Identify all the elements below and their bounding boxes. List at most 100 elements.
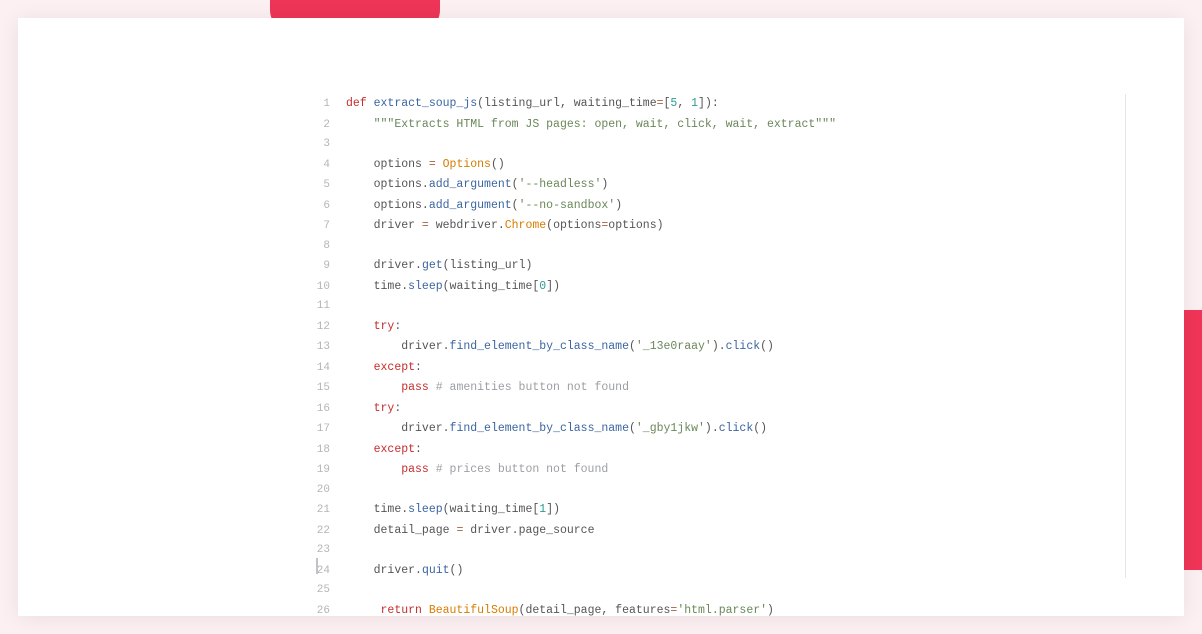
line-number: 12 xyxy=(316,318,346,338)
line-content: pass # prices button not found xyxy=(346,460,608,480)
line-number: 21 xyxy=(316,501,346,521)
token-fn-call: click xyxy=(719,422,754,435)
code-line: 3 xyxy=(316,135,1124,155)
token-kw: try xyxy=(374,402,395,415)
code-line: 10 time.sleep(waiting_time[0]) xyxy=(316,277,1124,298)
token-op: = xyxy=(422,219,429,232)
token-fn-call: find_element_by_class_name xyxy=(450,340,629,353)
code-line: 22 detail_page = driver.page_source xyxy=(316,521,1124,542)
line-content: time.sleep(waiting_time[1]) xyxy=(346,500,560,520)
token-fn-call: sleep xyxy=(408,280,443,293)
token-txt: listing_url xyxy=(450,259,526,272)
code-line: 20 xyxy=(316,481,1124,501)
gutter-marker xyxy=(316,558,318,574)
token-paren: ( xyxy=(477,97,484,110)
code-line: 19 pass # prices button not found xyxy=(316,460,1124,481)
token-str: """Extracts HTML from JS pages: open, wa… xyxy=(374,118,836,131)
token-paren: ) xyxy=(657,219,664,232)
code-line: 16 try: xyxy=(316,399,1124,420)
token-paren: ( xyxy=(629,422,636,435)
line-number: 11 xyxy=(316,297,346,317)
token-paren: ) xyxy=(705,422,712,435)
line-number: 1 xyxy=(316,95,346,115)
line-number: 22 xyxy=(316,522,346,542)
token-txt: . xyxy=(422,178,429,191)
token-txt: , xyxy=(560,97,567,110)
token-fn-call: find_element_by_class_name xyxy=(450,422,629,435)
line-number: 10 xyxy=(316,278,346,298)
token-txt: options xyxy=(374,178,422,191)
code-line: 25 xyxy=(316,581,1124,601)
line-number: 19 xyxy=(316,461,346,481)
line-number: 5 xyxy=(316,176,346,196)
code-line: 8 xyxy=(316,237,1124,257)
code-line: 17 driver.find_element_by_class_name('_g… xyxy=(316,419,1124,440)
token-txt: page_source xyxy=(519,524,595,537)
token-txt: options xyxy=(374,158,429,171)
token-txt: detail_page xyxy=(374,524,457,537)
token-fn-call: sleep xyxy=(408,503,443,516)
line-number: 24 xyxy=(316,562,346,582)
token-comment: # amenities button not found xyxy=(436,381,629,394)
code-line: 4 options = Options() xyxy=(316,155,1124,176)
token-cls: Chrome xyxy=(505,219,546,232)
token-paren: ) xyxy=(615,199,622,212)
line-number: 20 xyxy=(316,481,346,501)
line-content: def extract_soup_js(listing_url, waiting… xyxy=(346,94,719,114)
token-txt: options xyxy=(553,219,601,232)
line-content: except: xyxy=(346,440,422,460)
line-number: 17 xyxy=(316,420,346,440)
token-paren: ] xyxy=(698,97,705,110)
token-txt: waiting_time xyxy=(450,503,533,516)
token-txt: driver xyxy=(374,219,422,232)
line-content: return BeautifulSoup(detail_page, featur… xyxy=(346,601,774,617)
token-op: = xyxy=(657,97,664,110)
token-txt: . xyxy=(415,564,422,577)
token-fn-call: quit xyxy=(422,564,450,577)
token-paren: ) xyxy=(601,178,608,191)
token-txt: : xyxy=(415,443,422,456)
token-paren: ) xyxy=(525,259,532,272)
token-txt: driver xyxy=(374,259,415,272)
code-line: 2 """Extracts HTML from JS pages: open, … xyxy=(316,115,1124,136)
token-txt: time xyxy=(374,280,402,293)
code-line: 11 xyxy=(316,297,1124,317)
line-number: 26 xyxy=(316,602,346,617)
line-number: 2 xyxy=(316,116,346,136)
line-content: driver.quit() xyxy=(346,561,463,581)
code-line: 5 options.add_argument('--headless') xyxy=(316,175,1124,196)
token-kw: pass xyxy=(401,381,429,394)
line-number: 13 xyxy=(316,338,346,358)
token-kw: def xyxy=(346,97,374,110)
code-block: 1def extract_soup_js(listing_url, waitin… xyxy=(316,94,1124,596)
token-paren: () xyxy=(760,340,774,353)
token-cls: BeautifulSoup xyxy=(429,604,519,617)
token-txt: . xyxy=(712,422,719,435)
token-txt: . xyxy=(498,219,505,232)
token-txt: options xyxy=(608,219,656,232)
token-str: '--headless' xyxy=(519,178,602,191)
code-line: 15 pass # amenities button not found xyxy=(316,378,1124,399)
line-content: options.add_argument('--headless') xyxy=(346,175,608,195)
token-txt: options xyxy=(374,199,422,212)
line-content: """Extracts HTML from JS pages: open, wa… xyxy=(346,115,836,135)
line-number: 3 xyxy=(316,135,346,155)
token-txt: : xyxy=(394,320,401,333)
code-line: 1def extract_soup_js(listing_url, waitin… xyxy=(316,94,1124,115)
token-num: 1 xyxy=(691,97,698,110)
line-number: 4 xyxy=(316,156,346,176)
token-str: '--no-sandbox' xyxy=(519,199,616,212)
code-line: 23 xyxy=(316,541,1124,561)
line-number: 16 xyxy=(316,400,346,420)
line-content: options.add_argument('--no-sandbox') xyxy=(346,196,622,216)
line-number: 23 xyxy=(316,541,346,561)
code-line: 14 except: xyxy=(316,358,1124,379)
line-content: driver.find_element_by_class_name('_gby1… xyxy=(346,419,767,439)
token-paren: () xyxy=(753,422,767,435)
token-paren: ( xyxy=(512,178,519,191)
token-txt: : xyxy=(712,97,719,110)
token-cls: Options xyxy=(443,158,491,171)
token-paren: ( xyxy=(443,503,450,516)
token-txt: listing_url xyxy=(484,97,560,110)
token-txt: features xyxy=(608,604,670,617)
